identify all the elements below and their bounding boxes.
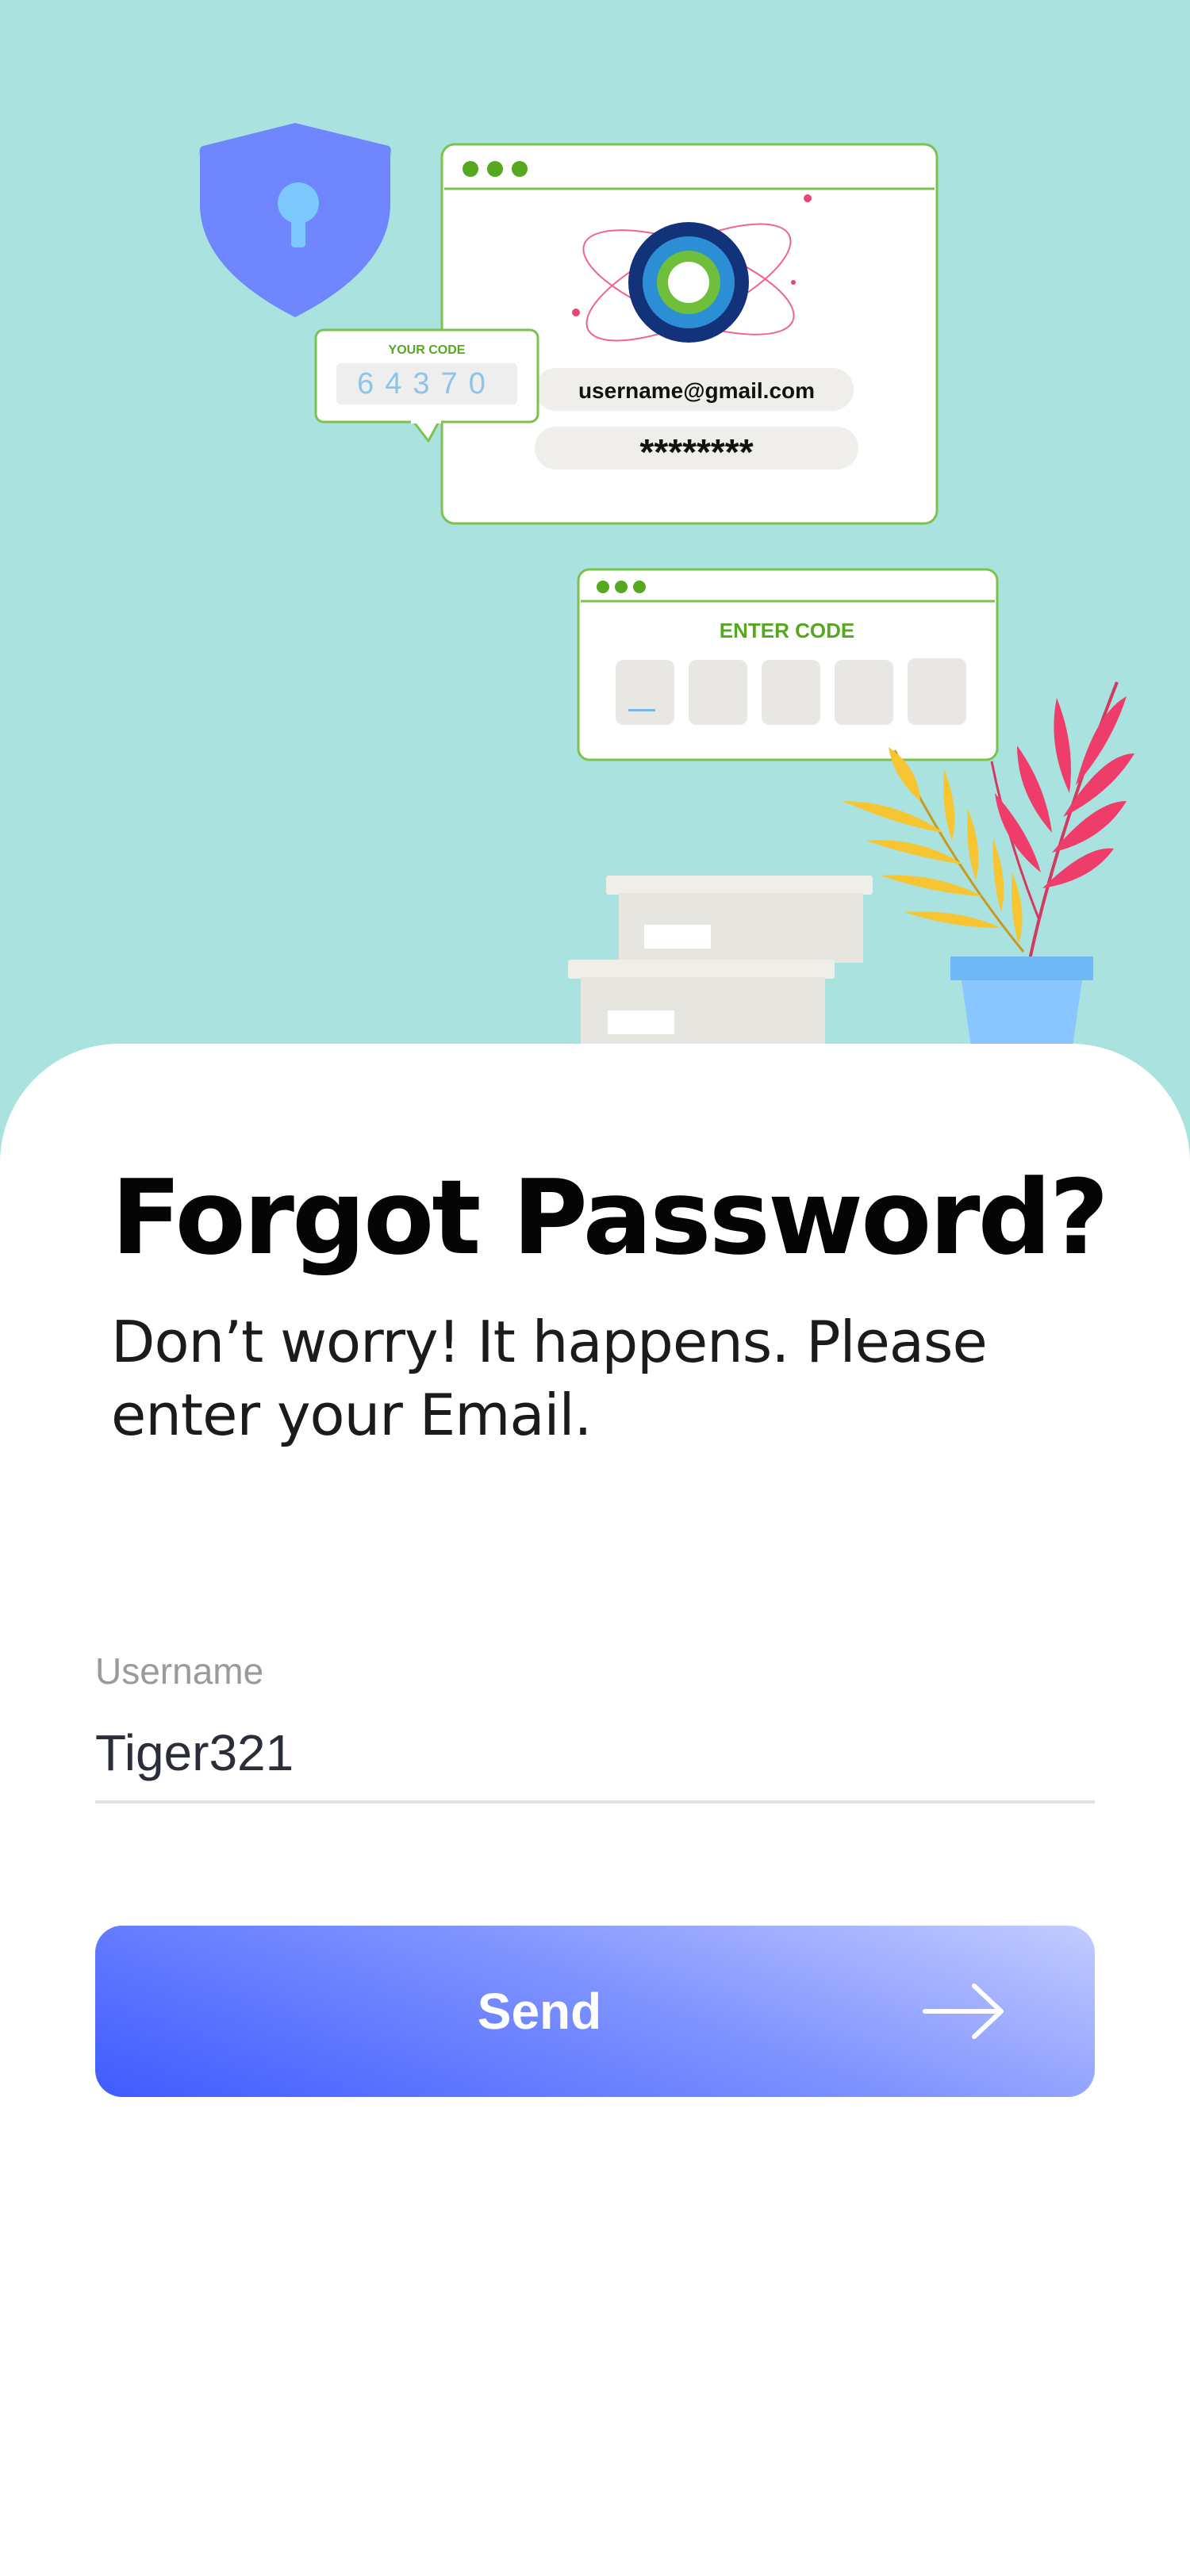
page-subtitle: Don’t worry! It happens. Please enter yo… [111,1309,988,1448]
illustration-password: ******** [639,431,753,473]
your-code-value: 64370 [357,367,497,401]
arrow-right-icon [923,1984,1004,2039]
send-button-label: Send [477,1983,602,2040]
page-title: Forgot Password? [111,1157,1109,1278]
your-code-label: YOUR CODE [389,343,466,357]
security-illustration: username@gmail.com ******** YOUR CODE 64… [199,123,1134,1056]
send-button[interactable]: Send [95,1926,1095,2097]
enter-code-label: ENTER CODE [720,619,854,642]
hero-illustration: username@gmail.com ******** YOUR CODE 64… [0,0,1190,1190]
shield-lock-icon [199,123,391,317]
username-input[interactable] [95,1705,1095,1804]
storage-boxes [568,876,873,1056]
enter-code-window [577,568,999,761]
illustration-email: username@gmail.com [578,378,815,403]
username-label: Username [95,1650,264,1692]
